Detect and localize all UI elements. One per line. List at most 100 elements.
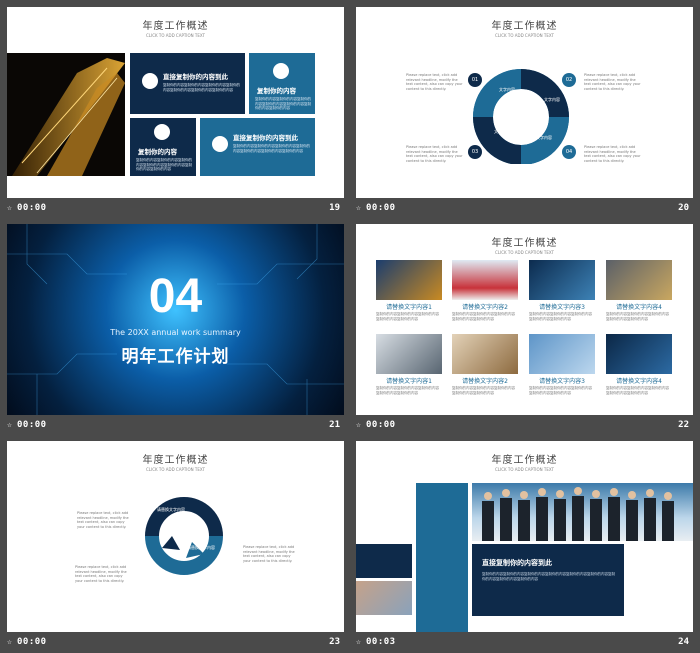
transition-star-icon: ☆ — [356, 203, 361, 212]
buildings-photo — [529, 334, 595, 374]
photo-text: 复制你的内容复制你的内容复制你的内容复制你的内容复制你的内容 — [452, 312, 515, 321]
slide-subtitle: CLICK TO ADD CAPTION TEXT — [146, 467, 205, 472]
slide-number: 22 — [678, 420, 689, 430]
slide-number: 24 — [678, 637, 689, 647]
photo-text: 复制你的内容复制你的内容复制你的内容复制你的内容复制你的内容 — [606, 386, 669, 395]
photo-text: 复制你的内容复制你的内容复制你的内容复制你的内容复制你的内容 — [376, 312, 439, 321]
lightbulb-icon — [154, 124, 170, 140]
box-body: 复制你的内容复制你的内容复制你的内容复制你的内容复制你的内容复制你的内容复制你的… — [136, 158, 192, 171]
photo-text: 复制你的内容复制你的内容复制你的内容复制你的内容复制你的内容 — [606, 312, 669, 321]
photo-text: 复制你的内容复制你的内容复制你的内容复制你的内容复制你的内容 — [452, 386, 515, 395]
chart-arrow-photo — [452, 260, 518, 300]
step-badge-02: 02 — [562, 73, 576, 87]
slide-timing: 00:00 — [366, 203, 396, 213]
transition-star-icon: ☆ — [7, 637, 12, 646]
content-box: 直接复制你的内容到此 复制你的内容复制你的内容复制你的内容复制你的内容复制你的内… — [472, 544, 624, 616]
slide-number: 23 — [329, 637, 340, 647]
slide-thumbnail-21[interactable]: 04 The 20XX annual work summary 明年工作计划 — [7, 224, 344, 415]
photo-caption: 请替换文字内容3 — [539, 378, 585, 385]
slide-subtitle: CLICK TO ADD CAPTION TEXT — [495, 250, 554, 255]
photo-caption: 请替换文字内容1 — [386, 378, 432, 385]
paragraph-text: Please replace text, click add relevant … — [584, 73, 641, 91]
photo-text: 复制你的内容复制你的内容复制你的内容复制你的内容复制你的内容 — [529, 386, 592, 395]
arrow-label: 请替换文字内容 — [157, 507, 185, 512]
slide-number: 20 — [678, 203, 689, 213]
slide-subtitle: CLICK TO ADD CAPTION TEXT — [495, 33, 554, 38]
paragraph-text: Please replace text, click add relevant … — [75, 565, 127, 583]
segment-label: 文字内容 — [544, 97, 560, 102]
audit-photo — [606, 334, 672, 374]
slide-thumbnail-22[interactable]: 年度工作概述 CLICK TO ADD CAPTION TEXT 请替换文字内容… — [356, 224, 693, 415]
cycle-diagram — [473, 69, 569, 164]
arrow-label: 请替换文字内容 — [187, 545, 215, 550]
slide-timing: 00:00 — [17, 420, 47, 430]
box-title: 直接复制你的内容到此 — [233, 134, 298, 142]
slide-bar-19: ☆ 00:00 19 — [3, 200, 348, 219]
content-box-3: 复制你的内容 复制你的内容复制你的内容复制你的内容复制你的内容复制你的内容复制你… — [130, 118, 196, 176]
slide-timing: 00:00 — [17, 203, 47, 213]
box-title: 直接复制你的内容到此 — [482, 559, 552, 567]
box-body: 复制你的内容复制你的内容复制你的内容复制你的内容复制你的内容复制你的内容复制你的… — [255, 97, 311, 110]
coins-photo — [606, 260, 672, 300]
photo-caption: 请替换文字内容2 — [462, 378, 508, 385]
eiffel-tower-image — [12, 58, 125, 176]
slide-subtitle: CLICK TO ADD CAPTION TEXT — [495, 467, 554, 472]
section-title: 明年工作计划 — [121, 347, 230, 367]
box-body: 复制你的内容复制你的内容复制你的内容复制你的内容复制你的内容复制你的内容复制你的… — [482, 572, 615, 581]
rocket-icon — [142, 73, 158, 89]
slide-title: 年度工作概述 — [142, 21, 209, 32]
paragraph-text: Please replace text, click add relevant … — [243, 545, 295, 563]
slide-thumbnail-19[interactable]: 年度工作概述 CLICK TO ADD CAPTION TEXT 直接复制你的内… — [7, 7, 344, 198]
search-icon — [212, 136, 228, 152]
arrow-label: 请替换文字内容 — [149, 575, 177, 580]
slide-thumbnail-23[interactable]: 年度工作概述 CLICK TO ADD CAPTION TEXT 请替换文字内容… — [7, 441, 344, 632]
box-title: 复制你的内容 — [138, 148, 177, 156]
slide-bar-21: ☆ 00:00 21 — [3, 417, 348, 436]
paragraph-text: Please replace text, click add relevant … — [406, 73, 463, 91]
photo-caption: 请替换文字内容1 — [386, 304, 432, 311]
section-subtitle: The 20XX annual work summary — [110, 328, 241, 337]
megaphone-icon — [273, 63, 289, 79]
segment-label: 文字内容 — [536, 135, 552, 140]
segment-label: 文字内容 — [494, 129, 510, 134]
paragraph-text: Please replace text, click add relevant … — [406, 145, 463, 163]
photo-caption: 请替换文字内容2 — [462, 304, 508, 311]
box-body: 复制你的内容复制你的内容复制你的内容复制你的内容复制你的内容复制你的内容复制你的… — [163, 83, 240, 92]
transition-star-icon: ☆ — [7, 420, 12, 429]
slide-timing: 00:03 — [366, 637, 396, 647]
segment-label: 文字内容 — [499, 87, 515, 92]
photo-text: 复制你的内容复制你的内容复制你的内容复制你的内容复制你的内容 — [376, 386, 439, 395]
arrows-photo — [376, 260, 442, 300]
content-box-4: 直接复制你的内容到此 复制你的内容复制你的内容复制你的内容复制你的内容复制你的内… — [200, 118, 315, 176]
slide-bar-23: ☆ 00:00 23 — [3, 634, 348, 653]
photo-caption: 请替换文字内容4 — [616, 378, 662, 385]
clock-photo — [452, 334, 518, 374]
slide-bar-22: ☆ 00:00 22 — [352, 417, 697, 436]
box-title: 直接复制你的内容到此 — [163, 73, 228, 81]
slide-title: 年度工作概述 — [491, 238, 558, 249]
step-badge-04: 04 — [562, 145, 576, 159]
teal-block — [416, 483, 468, 632]
business-team-image — [482, 487, 674, 541]
photo-caption: 请替换文字内容4 — [616, 304, 662, 311]
slide-number: 21 — [329, 420, 340, 430]
transition-star-icon: ☆ — [356, 637, 361, 646]
slide-bar-20: ☆ 00:00 20 — [352, 200, 697, 219]
transition-star-icon: ☆ — [356, 420, 361, 429]
photo-text: 复制你的内容复制你的内容复制你的内容复制你的内容复制你的内容 — [529, 312, 592, 321]
businessman-photo — [529, 260, 595, 300]
slide-number: 19 — [329, 203, 340, 213]
paragraph-text: Please replace text, click add relevant … — [584, 145, 641, 163]
box-body: 复制你的内容复制你的内容复制你的内容复制你的内容复制你的内容复制你的内容复制你的… — [233, 144, 310, 153]
hands-photo — [356, 581, 412, 615]
step-badge-03: 03 — [468, 145, 482, 159]
slide-title: 年度工作概述 — [142, 455, 209, 466]
tower-photo — [7, 53, 125, 176]
slide-timing: 00:00 — [366, 420, 396, 430]
slide-thumbnail-24[interactable]: 年度工作概述 CLICK TO ADD CAPTION TEXT 直接复制你的内… — [356, 441, 693, 632]
section-number: 04 — [148, 270, 203, 323]
slide-header: 年度工作概述 CLICK TO ADD CAPTION TEXT — [7, 17, 344, 38]
paragraph-text: Please replace text, click add relevant … — [77, 511, 129, 529]
slide-thumbnail-20[interactable]: 年度工作概述 CLICK TO ADD CAPTION TEXT 文字内容 文字… — [356, 7, 693, 198]
meeting-photo — [376, 334, 442, 374]
